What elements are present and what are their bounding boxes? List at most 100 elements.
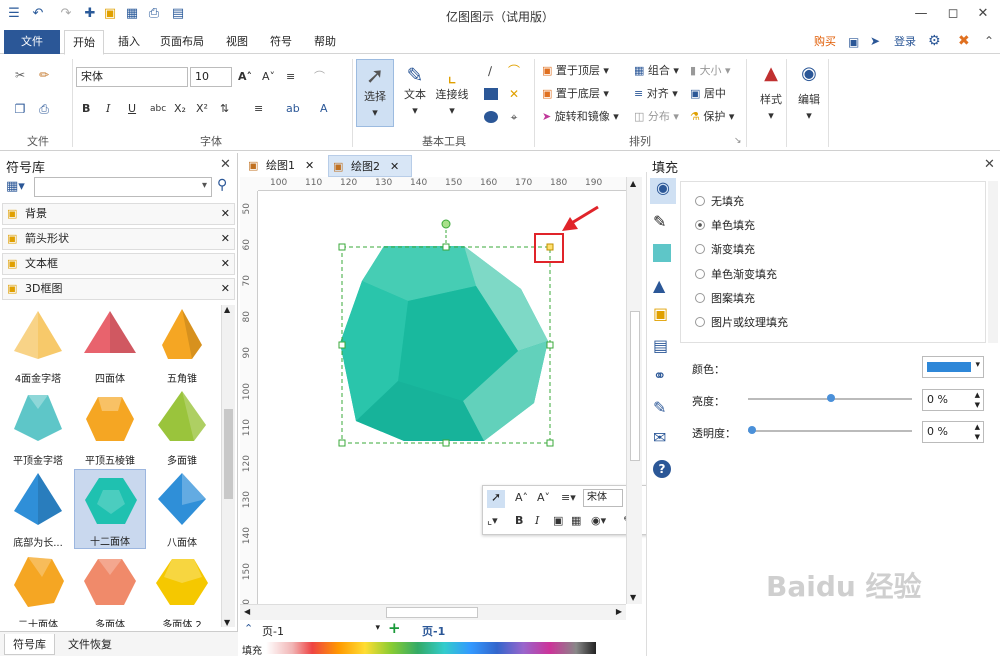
close-icon[interactable]: ✕ <box>221 229 230 249</box>
comment-panel-icon[interactable]: ✉ <box>653 428 666 447</box>
color-picker[interactable]: ▾ <box>922 356 984 378</box>
crossing-tool-icon[interactable]: ✕ <box>506 86 522 102</box>
chevron-down-icon[interactable]: ▼ <box>224 618 230 627</box>
shrink-font-icon[interactable]: A˅ <box>262 69 275 85</box>
close-button[interactable]: ✕ <box>970 4 996 24</box>
add-page-icon[interactable]: + <box>388 619 401 637</box>
transparency-slider-thumb[interactable] <box>748 426 756 434</box>
fill-option-pattern[interactable]: 图案填充 <box>695 292 755 306</box>
fill-options-scrollbar[interactable] <box>988 181 998 343</box>
layers-panel-icon[interactable]: ▣ <box>653 304 668 323</box>
close-icon[interactable]: ✕ <box>984 157 995 172</box>
chevron-right-icon[interactable]: ▶ <box>616 607 622 616</box>
transparency-input[interactable]: 0 % ▲ ▼ <box>922 421 984 443</box>
brightness-slider[interactable] <box>748 394 912 402</box>
shape-item[interactable]: 平顶金字塔 <box>2 387 74 467</box>
tab-drawing-2[interactable]: ▣ 绘图2 ✕ <box>328 155 412 177</box>
ellipse-tool-icon[interactable] <box>484 111 498 123</box>
color-palette[interactable]: 填充 <box>240 640 600 657</box>
superscript-icon[interactable]: X² <box>196 101 208 117</box>
arc-tool-icon[interactable]: ⌒ <box>506 63 522 79</box>
fill-panel-icon[interactable]: ◉ <box>650 178 676 204</box>
align-icon[interactable]: ≡ <box>286 69 295 85</box>
spinner-icon[interactable]: ▲ ▼ <box>975 422 980 442</box>
chevron-down-icon[interactable]: ▼ <box>630 593 636 602</box>
close-icon[interactable]: ✕ <box>220 157 231 172</box>
grow-font-icon[interactable]: A˄ <box>238 69 252 85</box>
ribbon-collapse-icon[interactable]: ⌃ <box>984 34 994 48</box>
fill-option-none[interactable]: 无填充 <box>695 195 744 209</box>
dialog-launcher-icon[interactable]: ↘ <box>734 133 742 149</box>
hyperlink-panel-icon[interactable]: ⚭ <box>653 366 666 385</box>
drawing-canvas[interactable]: ➚ A˄ A˅ ≡▾ 宋体 ✏ ✕ ⌞▾ B I ▣ ▦ ◉▾ ✎▾ <box>258 191 664 604</box>
brightness-slider-thumb[interactable] <box>827 394 835 402</box>
mini-bold-icon[interactable]: B <box>515 513 523 529</box>
line-panel-icon[interactable]: ✎ <box>653 212 666 231</box>
tab-symbol-library[interactable]: 符号库 <box>4 634 55 655</box>
connector-tool-button[interactable]: ⌞ 连接线 ▾ <box>432 59 472 127</box>
canvas-hscroll-thumb[interactable] <box>386 607 478 618</box>
copy-icon[interactable]: ❐ <box>12 101 28 117</box>
subscript-icon[interactable]: X₂ <box>174 101 186 117</box>
menu-insert[interactable]: 插入 <box>110 30 148 54</box>
bold-icon[interactable]: B <box>82 101 90 117</box>
mini-fill-icon[interactable]: ◉▾ <box>591 513 606 529</box>
center-button[interactable]: ▣ 居中 <box>690 86 726 102</box>
mini-back-icon[interactable]: ▦ <box>571 513 581 529</box>
edit-button[interactable]: ◉ 编辑 ▾ <box>790 59 828 127</box>
fill-option-gradient[interactable]: 渐变填充 <box>695 243 755 257</box>
buy-link[interactable]: 购买 <box>806 30 844 54</box>
line-tool-icon[interactable]: ∕ <box>482 63 498 79</box>
mini-grow-font-icon[interactable]: A˄ <box>515 490 528 506</box>
brightness-input[interactable]: 0 % ▲ ▼ <box>922 389 984 411</box>
control-point-handle[interactable] <box>546 243 554 251</box>
fill-option-solid[interactable]: 单色填充 <box>695 219 755 233</box>
text-color-icon[interactable]: ab <box>286 101 300 117</box>
text-tool-button[interactable]: ✎ 文本 ▾ <box>396 59 434 127</box>
shape-item[interactable]: 4面金字塔 <box>2 305 74 385</box>
shape-item[interactable]: 平顶五棱锥 <box>74 387 146 467</box>
canvas-vscroll-thumb[interactable] <box>630 311 640 461</box>
style-button[interactable]: ▲ 样式 ▾ <box>752 59 790 127</box>
rotation-handle[interactable] <box>441 219 451 229</box>
curve-icon[interactable]: ⌒ <box>314 69 325 85</box>
palette-swatches[interactable] <box>266 642 596 654</box>
plugin-icon[interactable]: ✖ <box>958 33 970 49</box>
maximize-button[interactable]: ◻ <box>940 4 966 24</box>
search-icon[interactable]: ⚲ <box>217 177 227 193</box>
minimize-button[interactable]: — <box>908 4 934 24</box>
crop-tool-icon[interactable]: ⌖ <box>506 109 522 125</box>
shape-item[interactable]: 底部为长... <box>2 469 74 549</box>
share-icon[interactable]: ➤ <box>870 34 880 48</box>
shape-item[interactable]: 多面体 2 <box>146 551 218 627</box>
line-spacing-icon[interactable]: ⇅ <box>220 101 229 117</box>
chevron-left-icon[interactable]: ◀ <box>244 607 250 616</box>
page-tab[interactable]: 页-1 <box>422 623 445 639</box>
share-window-icon[interactable]: ▣ <box>848 35 859 49</box>
menu-help[interactable]: 帮助 <box>306 30 344 54</box>
send-to-back-button[interactable]: ▣ 置于底层 ▾ <box>542 86 609 102</box>
shape-item[interactable]: 二十面体 <box>2 551 74 627</box>
mini-shrink-font-icon[interactable]: A˅ <box>537 490 550 506</box>
shape-item[interactable]: 五角锥 <box>146 305 218 385</box>
paste-icon[interactable]: ⎙ <box>36 101 52 117</box>
library-category-textbox[interactable]: ▣ 文本框 ✕ <box>2 253 235 275</box>
attachment-panel-icon[interactable]: ✎ <box>653 398 666 417</box>
close-icon[interactable]: ✕ <box>390 160 399 173</box>
rectangle-tool-icon[interactable] <box>484 88 498 100</box>
rotate-mirror-button[interactable]: ➤ 旋转和镜像 ▾ <box>542 109 619 125</box>
help-icon[interactable]: ? <box>653 460 671 478</box>
mini-italic-icon[interactable]: I <box>535 513 539 529</box>
mini-align-icon[interactable]: ≡▾ <box>561 490 576 506</box>
library-scroll-thumb[interactable] <box>224 409 233 499</box>
shape-item[interactable]: 四面体 <box>74 305 146 385</box>
library-menu-icon[interactable]: ▦▾ <box>6 179 25 194</box>
bring-to-front-button[interactable]: ▣ 置于顶层 ▾ <box>542 63 609 79</box>
bullet-list-icon[interactable]: ≡ <box>254 101 263 117</box>
page-select[interactable]: 页-1 ▾ <box>262 623 380 639</box>
fill-option-image-texture[interactable]: 图片或纹理填充 <box>695 316 788 330</box>
library-scrollbar[interactable]: ▲ ▼ <box>221 305 235 627</box>
select-tool-button[interactable]: ➚ 选择 ▾ <box>356 59 394 127</box>
mini-select-icon[interactable]: ➚ <box>487 490 505 508</box>
mini-connector-icon[interactable]: ⌞▾ <box>487 513 498 529</box>
